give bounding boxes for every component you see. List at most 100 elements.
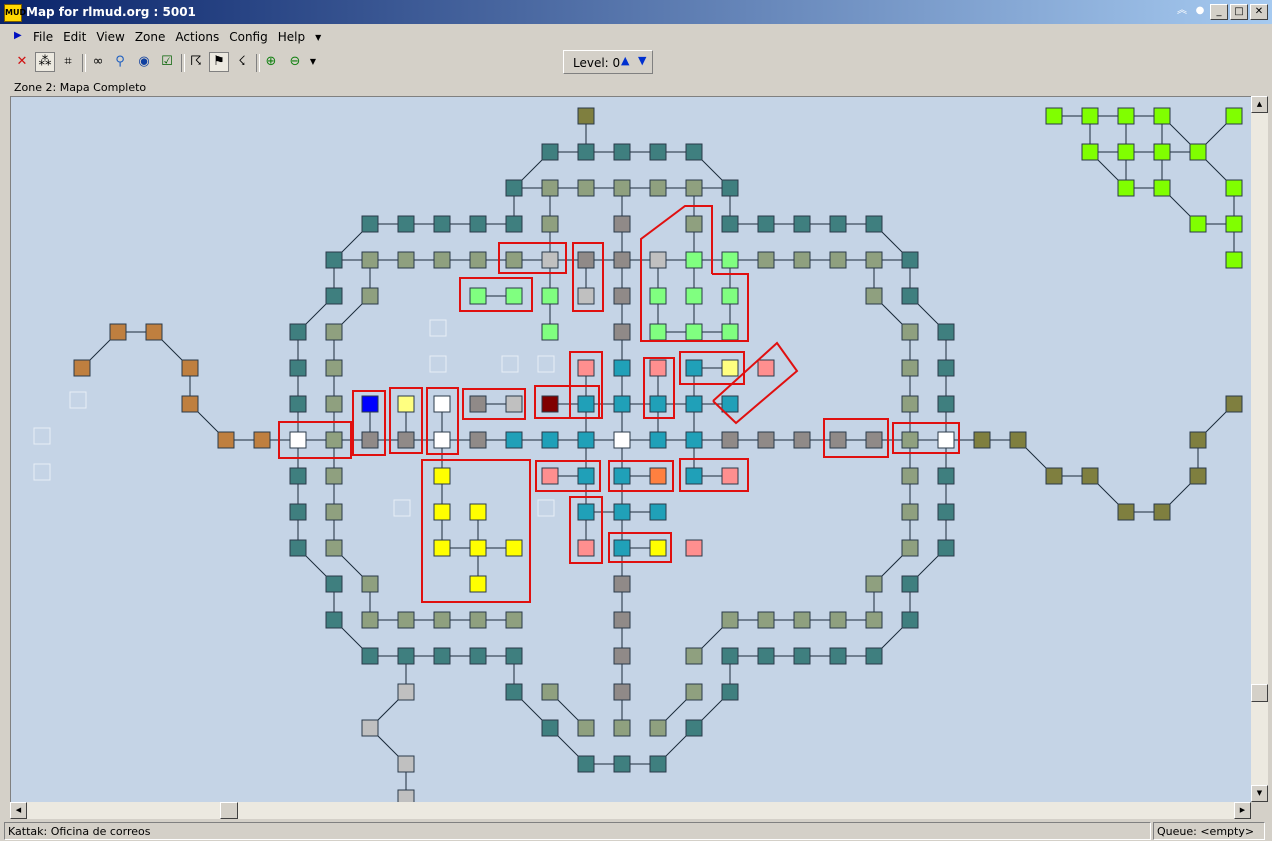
map-room[interactable] (1225, 395, 1243, 413)
horizontal-scroll-thumb[interactable] (220, 802, 238, 819)
map-room[interactable] (865, 647, 883, 665)
checkbox-icon[interactable]: ☑ (157, 52, 177, 72)
map-room[interactable] (577, 143, 595, 161)
map-room[interactable] (649, 287, 667, 305)
map-room[interactable] (613, 359, 631, 377)
map-room[interactable] (613, 431, 631, 449)
map-room[interactable] (901, 575, 919, 593)
map-room[interactable] (469, 539, 487, 557)
map-room[interactable] (469, 503, 487, 521)
map-graph[interactable] (11, 97, 1251, 803)
zoom-out-icon[interactable]: ⊖ (285, 52, 305, 72)
map-room[interactable] (1117, 107, 1135, 125)
map-room[interactable] (433, 215, 451, 233)
map-room[interactable] (685, 287, 703, 305)
map-room[interactable] (757, 215, 775, 233)
menu-zone[interactable]: Zone (130, 30, 171, 44)
map-room[interactable] (1189, 143, 1207, 161)
map-room[interactable] (577, 755, 595, 773)
map-room[interactable] (325, 359, 343, 377)
map-room[interactable] (1225, 107, 1243, 125)
speedwalk-icon[interactable]: ⚑ (209, 52, 229, 72)
map-room[interactable] (361, 431, 379, 449)
map-room[interactable] (541, 683, 559, 701)
map-room[interactable] (613, 215, 631, 233)
map-room[interactable] (469, 287, 487, 305)
map-room[interactable] (1153, 143, 1171, 161)
map-room[interactable] (109, 323, 127, 341)
map-room[interactable] (613, 719, 631, 737)
map-room[interactable] (613, 539, 631, 557)
map-room[interactable] (937, 395, 955, 413)
map-room[interactable] (793, 611, 811, 629)
globe-icon[interactable]: ◉ (134, 52, 154, 72)
map-room[interactable] (1189, 467, 1207, 485)
map-room[interactable] (793, 251, 811, 269)
map-room[interactable] (325, 431, 343, 449)
map-canvas[interactable] (10, 96, 1251, 803)
map-room[interactable] (757, 251, 775, 269)
map-room[interactable] (613, 503, 631, 521)
map-room[interactable] (829, 647, 847, 665)
map-room[interactable] (289, 503, 307, 521)
map-room[interactable] (505, 539, 523, 557)
map-room[interactable] (541, 287, 559, 305)
map-room[interactable] (721, 647, 739, 665)
scroll-right-icon[interactable]: ▶ (1234, 802, 1251, 819)
map-room[interactable] (325, 539, 343, 557)
map-room[interactable] (793, 431, 811, 449)
map-room[interactable] (1189, 431, 1207, 449)
map-room[interactable] (613, 683, 631, 701)
map-room[interactable] (721, 431, 739, 449)
links-icon[interactable]: ⌗ (58, 52, 78, 72)
map-room[interactable] (613, 395, 631, 413)
map-room[interactable] (901, 323, 919, 341)
map-room[interactable] (1009, 431, 1027, 449)
map-room[interactable] (1117, 143, 1135, 161)
map-room[interactable] (649, 251, 667, 269)
scroll-left-icon[interactable]: ◀ (10, 802, 27, 819)
menu-help[interactable]: Help (273, 30, 310, 44)
map-room[interactable] (289, 467, 307, 485)
map-room[interactable] (505, 395, 523, 413)
map-room[interactable] (721, 359, 739, 377)
map-room[interactable] (577, 287, 595, 305)
map-room[interactable] (613, 323, 631, 341)
map-room[interactable] (937, 467, 955, 485)
map-room[interactable] (397, 683, 415, 701)
map-room[interactable] (721, 611, 739, 629)
map-room[interactable] (361, 287, 379, 305)
map-room[interactable] (613, 611, 631, 629)
map-room[interactable] (397, 611, 415, 629)
map-room[interactable] (361, 719, 379, 737)
map-room[interactable] (505, 287, 523, 305)
map-room[interactable] (541, 143, 559, 161)
map-room[interactable] (721, 683, 739, 701)
map-room[interactable] (397, 647, 415, 665)
map-room[interactable] (469, 431, 487, 449)
map-room[interactable] (433, 539, 451, 557)
map-room[interactable] (865, 611, 883, 629)
map-room[interactable] (685, 179, 703, 197)
zoom-in-icon[interactable]: ⊕ (261, 52, 281, 72)
map-room[interactable] (577, 107, 595, 125)
map-room[interactable] (649, 395, 667, 413)
map-room[interactable] (505, 611, 523, 629)
map-room[interactable] (541, 179, 559, 197)
map-room[interactable] (1153, 503, 1171, 521)
binoculars-icon[interactable]: ∞ (88, 52, 108, 72)
horizontal-scrollbar[interactable]: ◀ ▶ (10, 802, 1251, 819)
map-room[interactable] (865, 215, 883, 233)
map-room[interactable] (649, 503, 667, 521)
map-room[interactable] (145, 323, 163, 341)
map-room[interactable] (541, 215, 559, 233)
find-icon[interactable]: ⚲ (110, 52, 130, 72)
map-room[interactable] (1153, 179, 1171, 197)
map-room[interactable] (829, 251, 847, 269)
vertical-scrollbar[interactable]: ▲ ▼ (1251, 96, 1268, 802)
map-room[interactable] (325, 287, 343, 305)
map-room[interactable] (469, 647, 487, 665)
map-room[interactable] (865, 287, 883, 305)
map-room[interactable] (685, 143, 703, 161)
map-room[interactable] (577, 179, 595, 197)
